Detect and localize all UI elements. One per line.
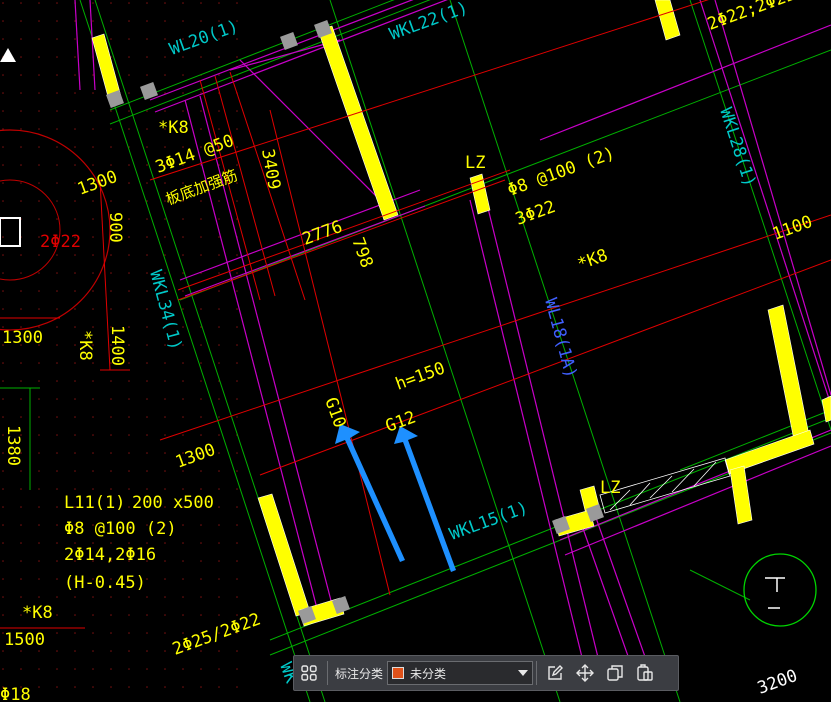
move-icon (576, 664, 595, 682)
dim-1400: 1400 (107, 325, 127, 366)
dim-1380: 1380 (3, 425, 23, 466)
dim-798: 798 (347, 235, 376, 271)
l11-stirrup: Φ8 @100 (2) (64, 519, 177, 539)
category-label: 标注分类 (335, 666, 384, 681)
category-select[interactable]: 未分类 (387, 661, 534, 685)
category-color-swatch (392, 667, 405, 679)
bottom-left-partial: Φ18 (0, 685, 31, 702)
beam-label-wkl15: WKL15(1) (447, 498, 531, 545)
dim-1300-mid-left: 1300 (2, 328, 43, 348)
lz-bottom: LZ (600, 478, 620, 498)
dim-3200: 3200 (755, 666, 800, 699)
g12: G12 (383, 407, 419, 436)
four-squares-icon (301, 665, 317, 681)
l11-level: (H-0.45) (64, 573, 146, 593)
k8-mid: *K8 (575, 245, 611, 274)
annotation-toolbar: 标注分类 未分类 (293, 655, 679, 691)
k8-left: *K8 (75, 330, 95, 361)
toolbar-separator (536, 661, 538, 685)
h150: h=150 (393, 358, 448, 394)
l11-size: 200 x500 (132, 493, 214, 513)
paste-icon (637, 664, 653, 681)
g10: G10 (320, 395, 349, 431)
k8-bottom: *K8 (22, 603, 53, 623)
l11-bars: 2Φ14,2Φ16 (64, 545, 156, 565)
move-button[interactable] (570, 658, 600, 688)
circle-label: 2Φ22 (40, 232, 81, 252)
beam-label-wl18: WL18(1A) (540, 296, 581, 380)
k8-top: *K8 (158, 118, 189, 138)
top-right-bars: 2Φ22;2Φ22 (705, 0, 798, 35)
chevron-down-icon (518, 670, 529, 676)
paste-button[interactable] (630, 658, 660, 688)
lz-top: LZ (465, 153, 485, 173)
stirrup-top: Φ8 @100 (2) (505, 143, 618, 200)
copy-icon (607, 665, 623, 681)
bars-3-22: 3Φ22 (513, 197, 558, 230)
edit-icon (548, 665, 564, 680)
axis-circle (743, 553, 817, 627)
grid-menu-button[interactable] (294, 658, 324, 688)
edit-button[interactable] (540, 658, 570, 688)
dim-3409: 3409 (257, 147, 284, 191)
copy-button[interactable] (600, 658, 630, 688)
cad-canvas[interactable]: WL20(1) WKL22(1) WKL28(1) WKL34(1) WL18(… (0, 0, 831, 702)
l11-label: L11(1) (64, 493, 125, 513)
dim-1100: 1100 (770, 212, 815, 245)
dim-900: 900 (105, 212, 125, 243)
dim-1500: 1500 (4, 630, 45, 650)
annotation-arrows (335, 424, 456, 572)
category-select-value: 未分类 (410, 666, 447, 681)
toolbar-separator (327, 661, 328, 685)
beam-label-wkl28: WKL28(1) (715, 105, 759, 189)
